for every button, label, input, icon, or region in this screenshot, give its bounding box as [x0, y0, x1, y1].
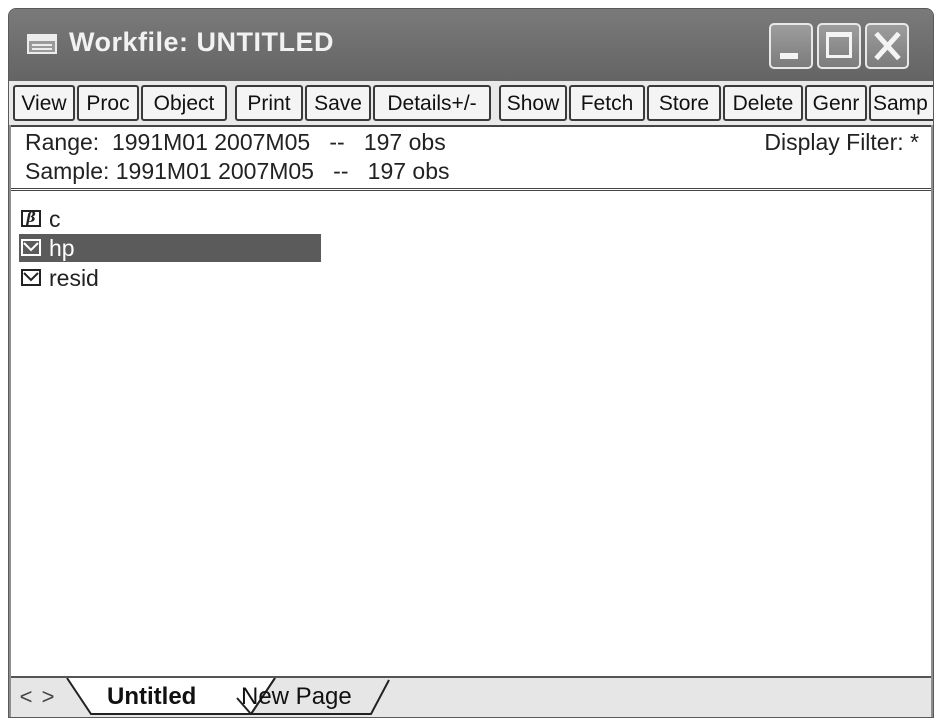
workfile-info[interactable]: Range: 1991M01 2007M05 -- 197 obs Sample…	[11, 125, 931, 191]
object-name: hp	[49, 235, 75, 261]
sample-value: 1991M01 2007M05	[115, 158, 314, 184]
show-button[interactable]: Show	[499, 85, 567, 121]
view-button[interactable]: View	[13, 85, 75, 121]
close-button[interactable]	[865, 23, 909, 69]
list-item-c[interactable]: β c	[19, 205, 321, 233]
sample-separator: --	[333, 158, 349, 184]
page-tab-bar: < > Untitled New Page	[11, 676, 931, 717]
tab-untitled[interactable]: Untitled	[107, 683, 196, 711]
range-value: 1991M01 2007M05	[111, 129, 311, 155]
delete-button[interactable]: Delete	[723, 85, 803, 121]
object-button[interactable]: Object	[141, 85, 227, 121]
details-button[interactable]: Details+/-	[373, 85, 491, 121]
coefficient-icon: β	[21, 210, 41, 227]
filter-value: *	[910, 129, 919, 155]
list-item-resid[interactable]: resid	[19, 264, 321, 292]
sample-button[interactable]: Samp	[869, 85, 933, 121]
object-name: c	[49, 206, 61, 232]
fetch-button[interactable]: Fetch	[569, 85, 645, 121]
range-obs: 197 obs	[363, 129, 446, 155]
range-line: Range: 1991M01 2007M05 -- 197 obs	[25, 129, 446, 156]
list-item-hp[interactable]: hp	[19, 234, 321, 262]
close-icon	[867, 25, 907, 67]
maximize-button[interactable]	[817, 23, 861, 69]
title-bar[interactable]: Workfile: UNTITLED	[9, 9, 933, 81]
tab-new-page[interactable]: New Page	[241, 683, 352, 711]
workfile-window: Workfile: UNTITLED View Proc Object Prin…	[8, 8, 934, 718]
series-icon	[21, 269, 41, 286]
proc-button[interactable]: Proc	[77, 85, 139, 121]
scroll-right-arrow[interactable]: >	[39, 684, 57, 710]
store-button[interactable]: Store	[647, 85, 721, 121]
series-icon	[21, 239, 41, 256]
display-filter[interactable]: Display Filter: *	[764, 129, 919, 156]
maximize-icon	[826, 32, 852, 58]
sample-obs: 197 obs	[367, 158, 450, 184]
toolbar: View Proc Object Print Save Details+/- S…	[9, 81, 933, 125]
workfile-icon	[27, 34, 57, 54]
genr-button[interactable]: Genr	[805, 85, 867, 121]
object-name: resid	[49, 265, 99, 291]
sample-line: Sample: 1991M01 2007M05 -- 197 obs	[25, 158, 450, 185]
range-label: Range:	[25, 129, 100, 155]
window-title: Workfile: UNTITLED	[69, 27, 334, 57]
filter-label: Display Filter:	[764, 129, 904, 155]
object-list[interactable]: β c hp resid	[11, 191, 931, 676]
sample-label: Sample:	[25, 158, 110, 184]
print-button[interactable]: Print	[235, 85, 303, 121]
minimize-button[interactable]	[769, 23, 813, 69]
scroll-left-arrow[interactable]: <	[17, 684, 35, 710]
save-button[interactable]: Save	[305, 85, 371, 121]
minimize-icon	[780, 53, 798, 59]
range-separator: --	[329, 129, 345, 155]
